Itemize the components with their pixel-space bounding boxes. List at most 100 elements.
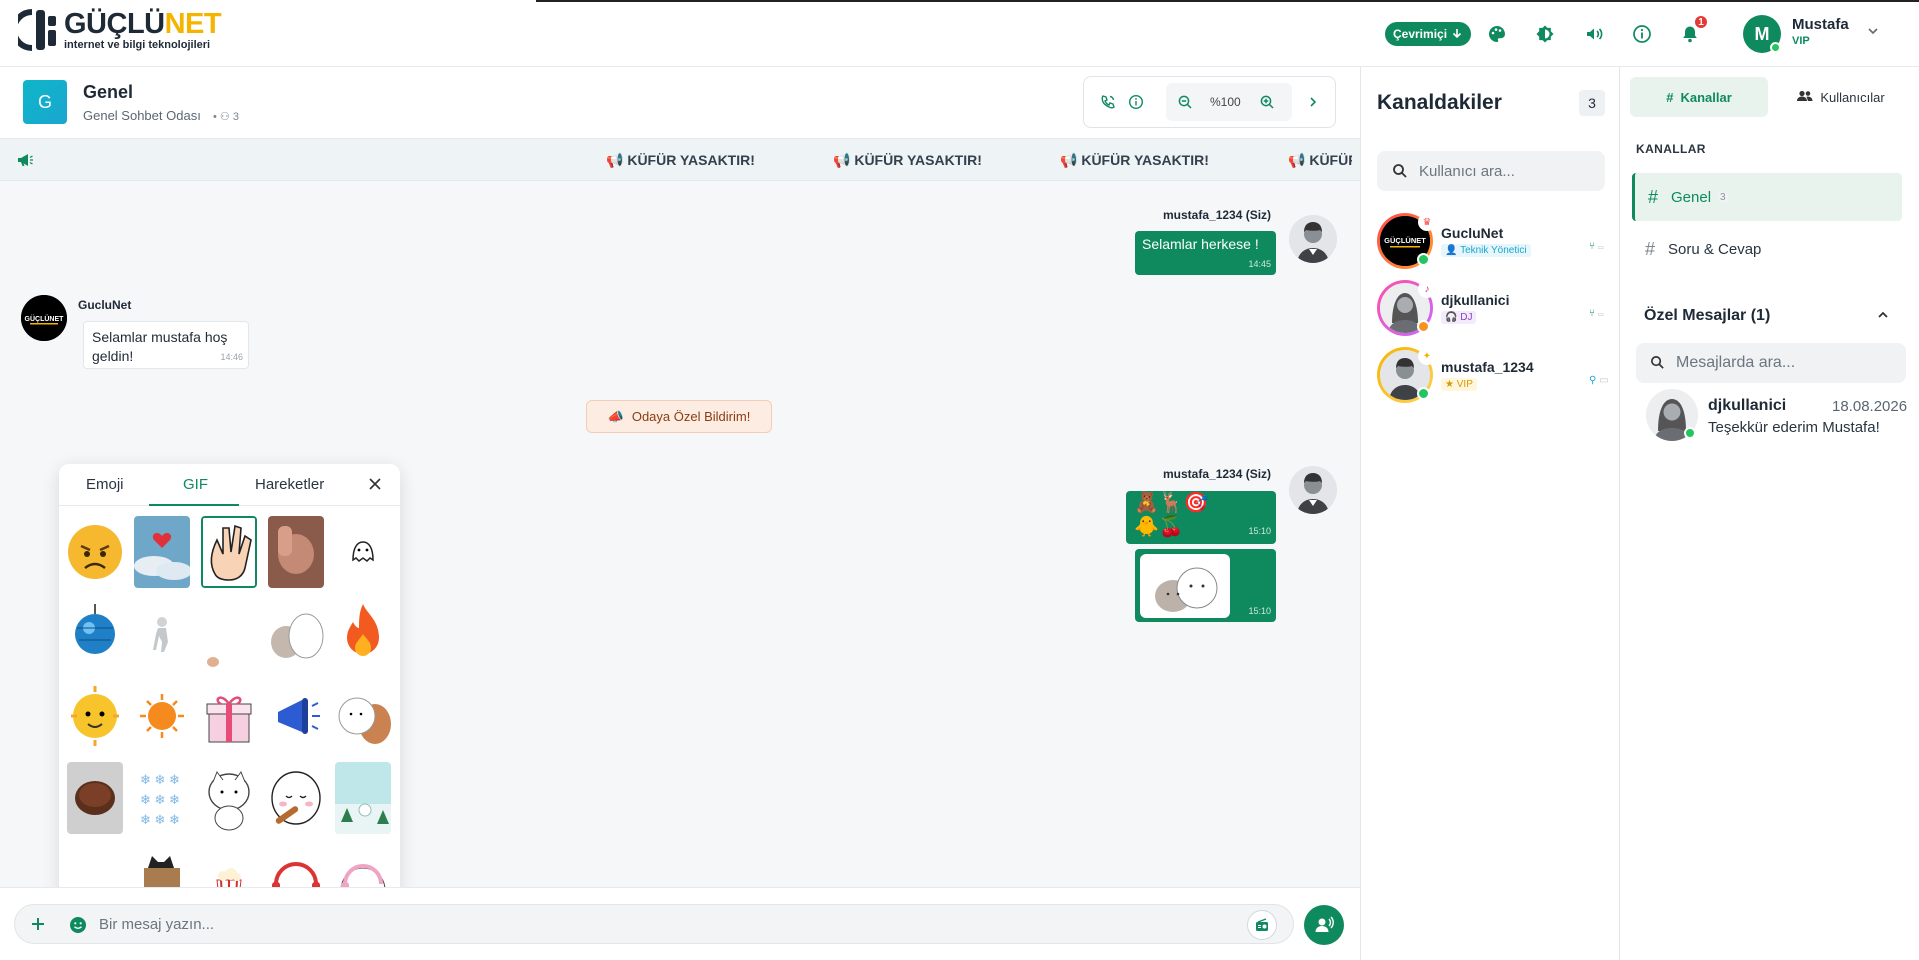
gif-item[interactable]: ❄ ❄ ❄ ❄ ❄ ❄ ❄ ❄ ❄	[134, 762, 190, 834]
gif-item[interactable]	[134, 598, 190, 670]
radio-icon[interactable]	[1247, 910, 1277, 940]
dm-date: 18.08.2026	[1832, 398, 1908, 415]
member-role-badge: 👤 Teknik Yönetici	[1441, 244, 1531, 257]
member-role: Teknik Yönetici	[1460, 245, 1527, 256]
tab-emoji[interactable]: Emoji	[86, 476, 124, 493]
dm-search-placeholder: Mesajlarda ara...	[1676, 354, 1796, 371]
users-icon	[1797, 90, 1813, 105]
user-avatar-guclunet[interactable]: GÜÇLÜNET	[21, 295, 67, 341]
volume-icon[interactable]	[1582, 22, 1606, 46]
message-time: 14:46	[220, 352, 243, 362]
gif-item[interactable]	[335, 516, 391, 588]
member-item-guclunet[interactable]: GÜÇLÜNET ♛ GucluNet 👤 Teknik Yönetici ⑂ …	[1377, 213, 1617, 273]
voice-chat-button[interactable]	[1304, 905, 1344, 945]
loading-line	[536, 0, 1919, 2]
system-notice-text: Odaya Özel Bildirim!	[631, 409, 751, 424]
ticker-text: KÜFÜR YASAKTIR!	[854, 152, 982, 168]
gif-item[interactable]	[201, 762, 257, 834]
member-item-djkullanici[interactable]: ♪ djkullanici 🎧 DJ ⑂ ▭	[1377, 280, 1617, 340]
room-info-icon[interactable]	[1125, 91, 1147, 113]
plus-icon[interactable]	[30, 916, 46, 937]
user-avatar[interactable]: M	[1743, 15, 1781, 53]
info-icon[interactable]	[1630, 22, 1654, 46]
message-time: 15:10	[1248, 606, 1271, 616]
ticker-item: 📢 KÜFÜR YASAKTIR!	[1060, 152, 1209, 168]
gif-message-bubble[interactable]: 15:10	[1135, 549, 1276, 622]
gif-item[interactable]	[67, 762, 123, 834]
message-bubble[interactable]: Selamlar mustafa hoş geldin! 14:46	[83, 321, 249, 369]
channel-count: 3	[1717, 191, 1729, 203]
contrast-icon[interactable]	[1533, 22, 1557, 46]
tab-kanallar[interactable]: # Kanallar	[1630, 77, 1768, 117]
gif-item-selected[interactable]	[201, 516, 257, 588]
logo-tagline: internet ve bilgi teknolojileri	[64, 38, 211, 51]
status-dropdown[interactable]: Çevrimiçi	[1385, 22, 1472, 46]
phone-call-icon[interactable]	[1097, 91, 1119, 113]
ticker-item: 📢 KÜFÜR YASAKTIR!	[833, 152, 982, 168]
hash-icon: #	[1666, 89, 1674, 105]
active-tab-indicator	[149, 504, 239, 506]
chevron-right-icon[interactable]	[1302, 91, 1324, 113]
chevron-up-icon[interactable]	[1876, 308, 1890, 327]
zoom-out-icon[interactable]	[1174, 91, 1196, 113]
megaphone-icon: 📣	[607, 408, 624, 424]
gif-item[interactable]	[335, 762, 391, 834]
top-bar: GÜÇLÜNET internet ve bilgi teknolojileri…	[0, 0, 1919, 67]
user-avatar-mustafa[interactable]	[1289, 215, 1337, 263]
member-search-input[interactable]: Kullanıcı ara...	[1377, 151, 1605, 191]
members-count: 3	[1579, 90, 1605, 116]
tab-gif[interactable]: GIF	[183, 476, 208, 493]
gif-item[interactable]	[201, 598, 257, 670]
emoji-icon[interactable]	[69, 916, 87, 939]
gif-item[interactable]	[67, 680, 123, 752]
ticker-text: KÜFÜR YASAKTIR!	[627, 152, 755, 168]
palette-icon[interactable]	[1485, 22, 1509, 46]
room-toolbar: %100	[1083, 76, 1336, 128]
tab-kullanicilar[interactable]: Kullanıcılar	[1772, 77, 1910, 117]
gif-item[interactable]	[134, 516, 190, 588]
message-text: Selamlar herkese !	[1142, 236, 1259, 252]
logo[interactable]: GÜÇLÜNET internet ve bilgi teknolojileri	[11, 6, 222, 54]
status-dot-online	[1417, 387, 1430, 400]
message-text: Selamlar mustafa hoş geldin!	[92, 329, 228, 364]
close-icon[interactable]	[367, 476, 383, 497]
member-role-badge: 🎧 DJ	[1441, 311, 1477, 324]
user-name[interactable]: Mustafa	[1792, 16, 1849, 33]
ticker-item: 📢 KÜFÜR YASAKTIR!	[606, 152, 755, 168]
logo-main-a: GÜÇLÜ	[64, 7, 165, 40]
gif-item[interactable]	[67, 516, 123, 588]
dm-item-djkullanici[interactable]: djkullanici 18.08.2026 Teşekkür ederim M…	[1646, 389, 1908, 445]
user-initial: M	[1754, 23, 1770, 44]
search-icon	[1392, 163, 1408, 184]
search-icon	[1650, 355, 1665, 375]
gif-item[interactable]	[67, 598, 123, 670]
gif-item[interactable]	[268, 680, 324, 752]
dm-search-input[interactable]: Mesajlarda ara...	[1636, 343, 1906, 383]
gif-item[interactable]	[201, 680, 257, 752]
zoom-in-icon[interactable]	[1256, 91, 1278, 113]
message-bubble[interactable]: 🧸🦌🎯 🐥🍒 15:10	[1126, 491, 1276, 544]
gif-item[interactable]	[335, 680, 391, 752]
zoom-level: %100	[1210, 95, 1241, 109]
sidebar-item-genel[interactable]: # Genel 3	[1632, 173, 1902, 221]
member-device-icons: ⚲ ▭	[1589, 375, 1609, 386]
status-label: Çevrimiçi	[1393, 27, 1448, 41]
tab-hareketler[interactable]: Hareketler	[255, 476, 324, 493]
online-dot	[1770, 42, 1781, 53]
message-input-placeholder[interactable]: Bir mesaj yazın...	[99, 916, 214, 933]
gif-item[interactable]	[268, 516, 324, 588]
sidebar-item-soru-cevap[interactable]: # Soru & Cevap	[1632, 225, 1902, 273]
user-avatar-mustafa[interactable]	[1289, 466, 1337, 514]
chevron-down-icon[interactable]	[1866, 24, 1880, 43]
message-bubble[interactable]: Selamlar herkese ! 14:45	[1135, 231, 1276, 275]
dm-section-header[interactable]: Özel Mesajlar (1)	[1644, 307, 1770, 325]
member-item-mustafa[interactable]: ✦ mustafa_1234 ★ VIP ⚲ ▭	[1377, 347, 1617, 407]
gif-item[interactable]	[268, 762, 324, 834]
gif-item[interactable]	[134, 680, 190, 752]
sparkle-icon: ✦	[1418, 347, 1436, 365]
channel-name: Genel	[1671, 188, 1712, 206]
message-input-box[interactable]: Bir mesaj yazın...	[14, 904, 1294, 944]
arrow-down-icon	[1451, 27, 1463, 42]
gif-item[interactable]	[268, 598, 324, 670]
gif-item[interactable]	[335, 598, 391, 670]
